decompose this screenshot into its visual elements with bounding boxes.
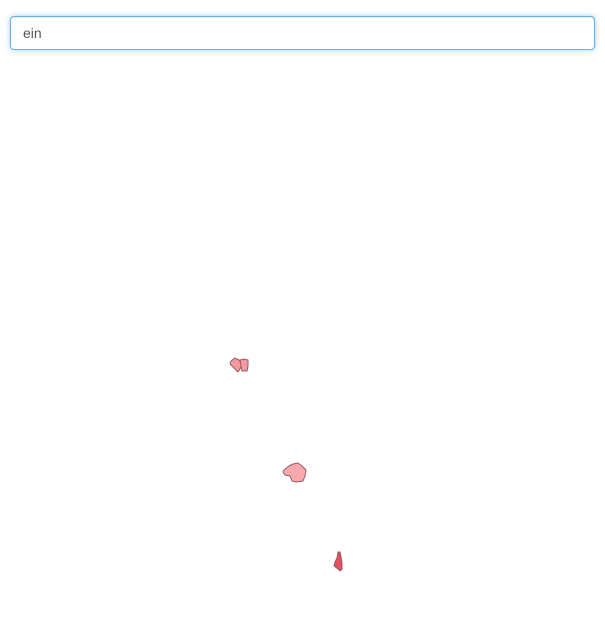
- map-region-1[interactable]: [229, 357, 249, 373]
- map-canvas[interactable]: [0, 60, 605, 618]
- map-region-1-shape-b[interactable]: [239, 358, 249, 372]
- page: [0, 0, 605, 618]
- map-region-3[interactable]: [333, 551, 343, 572]
- search-input[interactable]: [10, 16, 595, 50]
- map-area[interactable]: [0, 60, 605, 618]
- map-region-2[interactable]: [282, 462, 307, 483]
- search-container: [10, 16, 595, 50]
